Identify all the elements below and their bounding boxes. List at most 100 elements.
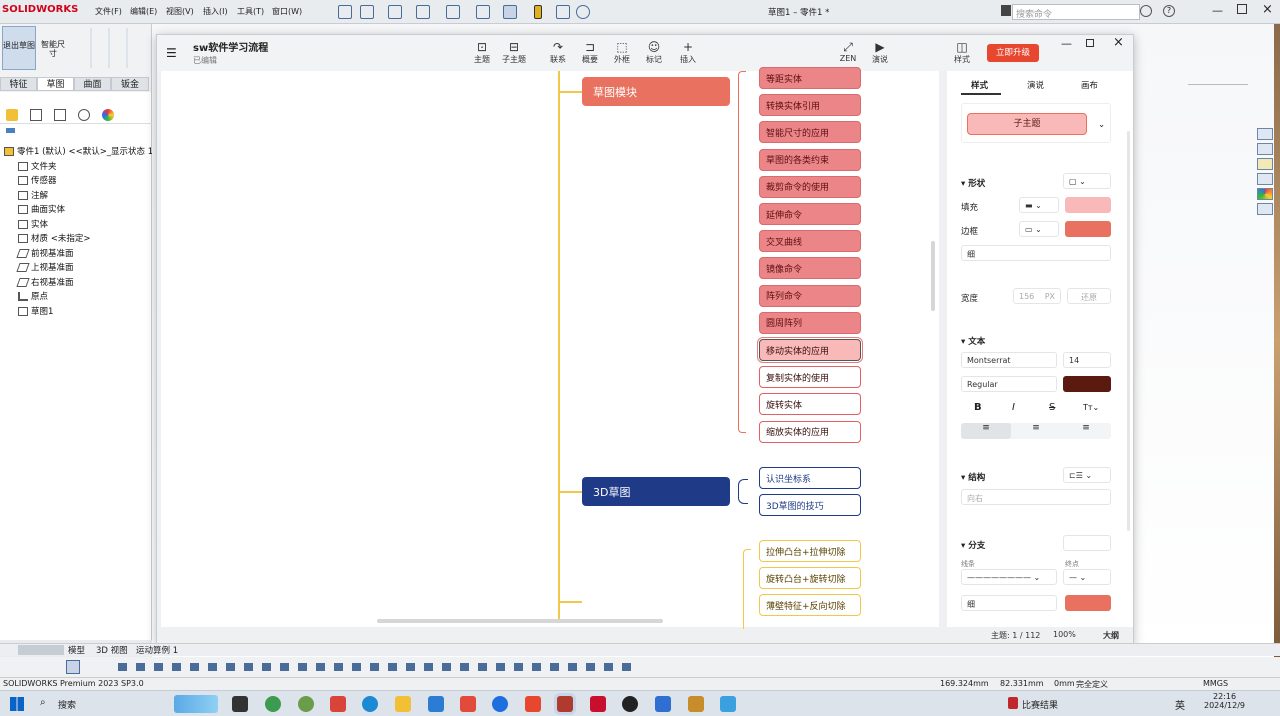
subtopic-node-feature[interactable]: 薄壁特征+反向切除 bbox=[759, 594, 861, 616]
menu-view[interactable]: 视图(V) bbox=[166, 6, 194, 17]
tab-surfaces[interactable]: 曲面 bbox=[74, 77, 111, 91]
zen-button[interactable]: ⤢ ZEN bbox=[833, 41, 863, 64]
options-gear-icon[interactable] bbox=[576, 5, 590, 19]
section-branch[interactable]: ▾ 分支 bbox=[961, 539, 985, 551]
file-explorer-icon[interactable] bbox=[395, 696, 411, 712]
branch-style-select[interactable] bbox=[1063, 535, 1111, 551]
branch-3d-sketch[interactable]: 3D草图 bbox=[582, 477, 730, 506]
section-structure[interactable]: ▾ 结构 bbox=[961, 471, 985, 483]
open-icon[interactable] bbox=[388, 5, 402, 19]
task-view-icon[interactable] bbox=[232, 696, 248, 712]
dimxpert-tab-icon[interactable] bbox=[78, 108, 90, 121]
app-icon-5[interactable] bbox=[492, 696, 508, 712]
upgrade-button[interactable]: 立即升级 bbox=[987, 44, 1039, 62]
panel-tab-canvas[interactable]: 画布 bbox=[1081, 79, 1098, 91]
topic-button[interactable]: ⊡ 主题 bbox=[467, 41, 497, 65]
menu-insert[interactable]: 插入(I) bbox=[203, 6, 228, 17]
tree-root[interactable]: 零件1 (默认) <<默认>_显示状态 1> bbox=[4, 145, 160, 157]
menu-edit[interactable]: 编辑(E) bbox=[130, 6, 157, 17]
subtopic-button[interactable]: ⊟ 子主题 bbox=[499, 41, 529, 65]
menu-tools[interactable]: 工具(T) bbox=[237, 6, 264, 17]
save-icon[interactable] bbox=[416, 5, 430, 19]
qq-icon[interactable] bbox=[622, 696, 638, 712]
border-color-swatch[interactable] bbox=[1065, 221, 1111, 237]
appearance-tab-icon[interactable] bbox=[102, 108, 114, 121]
structure-direction-select[interactable]: 向右 bbox=[961, 489, 1111, 505]
ime-indicator[interactable]: 英 bbox=[1175, 697, 1185, 712]
subtopic-node[interactable]: 智能尺寸的应用 bbox=[759, 121, 861, 144]
align-left-icon[interactable]: ≡ bbox=[961, 423, 1011, 439]
shape-select[interactable]: ▢ ⌄ bbox=[1063, 173, 1111, 189]
outline-toggle[interactable]: 大纲 bbox=[1103, 630, 1119, 641]
subtopic-node[interactable]: 延伸命令 bbox=[759, 203, 861, 225]
restore-icon[interactable] bbox=[1237, 4, 1247, 14]
widget-icon[interactable] bbox=[174, 695, 218, 713]
document-title[interactable]: sw软件学习流程 bbox=[193, 39, 268, 54]
tab-scroll-arrows[interactable] bbox=[18, 645, 64, 655]
subtopic-node-selected[interactable]: 移动实体的应用 bbox=[757, 337, 863, 363]
mindmap-canvas[interactable]: 草图模块 等距实体 转换实体引用 智能尺寸的应用 草图的各类约束 裁剪命令的使用 延伸命令… bbox=[161, 67, 939, 629]
wps-icon[interactable] bbox=[460, 696, 476, 712]
tree-item-sketch1[interactable]: 草图1 bbox=[18, 305, 53, 317]
structure-icon-select[interactable]: ⊏☰ ⌄ bbox=[1063, 467, 1111, 483]
italic-icon[interactable]: I bbox=[1012, 402, 1015, 413]
strikethrough-icon[interactable]: S bbox=[1049, 402, 1055, 413]
style-dropdown-icon[interactable]: ⌄ bbox=[1098, 120, 1105, 130]
app-icon-9[interactable] bbox=[720, 696, 736, 712]
insert-button[interactable]: + 插入 bbox=[673, 41, 703, 65]
vertical-scrollbar[interactable] bbox=[931, 241, 935, 311]
app-icon-7[interactable] bbox=[655, 696, 671, 712]
subtopic-node[interactable]: 裁剪命令的使用 bbox=[759, 175, 861, 198]
subtopic-node-feature[interactable]: 拉伸凸台+拉伸切除 bbox=[759, 540, 861, 562]
solidworks-taskbar-icon[interactable] bbox=[590, 696, 606, 712]
panel-scrollbar[interactable] bbox=[1127, 131, 1130, 531]
branch-sketch-module[interactable]: 草图模块 bbox=[582, 77, 730, 106]
width-input[interactable]: 156 PX bbox=[1013, 288, 1061, 304]
subtopic-node[interactable]: 阵列命令 bbox=[759, 284, 861, 307]
branch-color-swatch[interactable] bbox=[1065, 595, 1111, 611]
tab-sheet-metal[interactable]: 钣金 bbox=[111, 77, 149, 91]
xmind-maximize-icon[interactable] bbox=[1086, 39, 1094, 47]
weather-widget-text[interactable]: 比赛结果 bbox=[1022, 698, 1058, 711]
subtopic-node[interactable]: 等距实体 bbox=[759, 67, 861, 89]
border-weight-select[interactable]: 细 bbox=[961, 245, 1111, 261]
tree-item-sensors[interactable]: 传感器 bbox=[18, 174, 57, 186]
app-icon-8[interactable] bbox=[688, 696, 704, 712]
marker-button[interactable]: ☺ 标记 bbox=[639, 41, 669, 65]
summary-button[interactable]: ⊐ 概要 bbox=[575, 41, 605, 65]
tree-item-surface-bodies[interactable]: 曲面实体 bbox=[18, 203, 65, 215]
viewport-controls[interactable] bbox=[1188, 84, 1248, 92]
app-icon-6[interactable] bbox=[557, 696, 573, 712]
tree-item-front-plane[interactable]: 前视基准面 bbox=[16, 247, 74, 259]
horizontal-scrollbar[interactable] bbox=[377, 619, 663, 623]
new-file-icon[interactable] bbox=[360, 5, 374, 19]
close-icon[interactable]: × bbox=[1262, 2, 1273, 17]
pitch-button[interactable]: ▶ 演说 bbox=[865, 41, 895, 65]
line-style-select[interactable]: ———————— ⌄ bbox=[961, 569, 1057, 585]
smart-dimension-button[interactable]: 智能尺寸 bbox=[38, 26, 68, 70]
relationship-button[interactable]: ↷ 联系 bbox=[543, 41, 573, 65]
text-color-swatch[interactable] bbox=[1063, 376, 1111, 392]
subtopic-node-feature[interactable]: 旋转凸台+旋转切除 bbox=[759, 567, 861, 589]
search-input[interactable]: 搜索命令 bbox=[1012, 4, 1140, 20]
app-icon-2[interactable] bbox=[298, 696, 314, 712]
select-icon[interactable] bbox=[503, 5, 517, 19]
xmind-taskbar-icon[interactable] bbox=[525, 696, 541, 712]
print-icon[interactable] bbox=[446, 5, 460, 19]
taskbar-search-icon[interactable]: ⌕ bbox=[40, 697, 46, 708]
subtopic-node-3d[interactable]: 3D草图的技巧 bbox=[759, 494, 861, 516]
tree-item-origin[interactable]: 原点 bbox=[18, 290, 48, 302]
filter-icon[interactable] bbox=[6, 128, 15, 137]
subtopic-node[interactable]: 复制实体的使用 bbox=[759, 366, 861, 389]
tab-model[interactable]: 模型 bbox=[68, 644, 85, 656]
edge-browser-icon[interactable] bbox=[362, 696, 378, 712]
subtopic-node[interactable]: 镜像命令 bbox=[759, 257, 861, 280]
task-pane-tabs[interactable] bbox=[1257, 128, 1273, 224]
section-text[interactable]: ▾ 文本 bbox=[961, 335, 985, 347]
align-right-icon[interactable]: ≡ bbox=[1061, 423, 1111, 439]
tab-features[interactable]: 特征 bbox=[0, 77, 37, 91]
sketch-tool-icons[interactable] bbox=[118, 663, 638, 671]
tab-3d-views[interactable]: 3D 视图 bbox=[96, 644, 128, 656]
tree-item-right-plane[interactable]: 右视基准面 bbox=[16, 276, 74, 288]
user-icon[interactable] bbox=[1140, 5, 1152, 17]
